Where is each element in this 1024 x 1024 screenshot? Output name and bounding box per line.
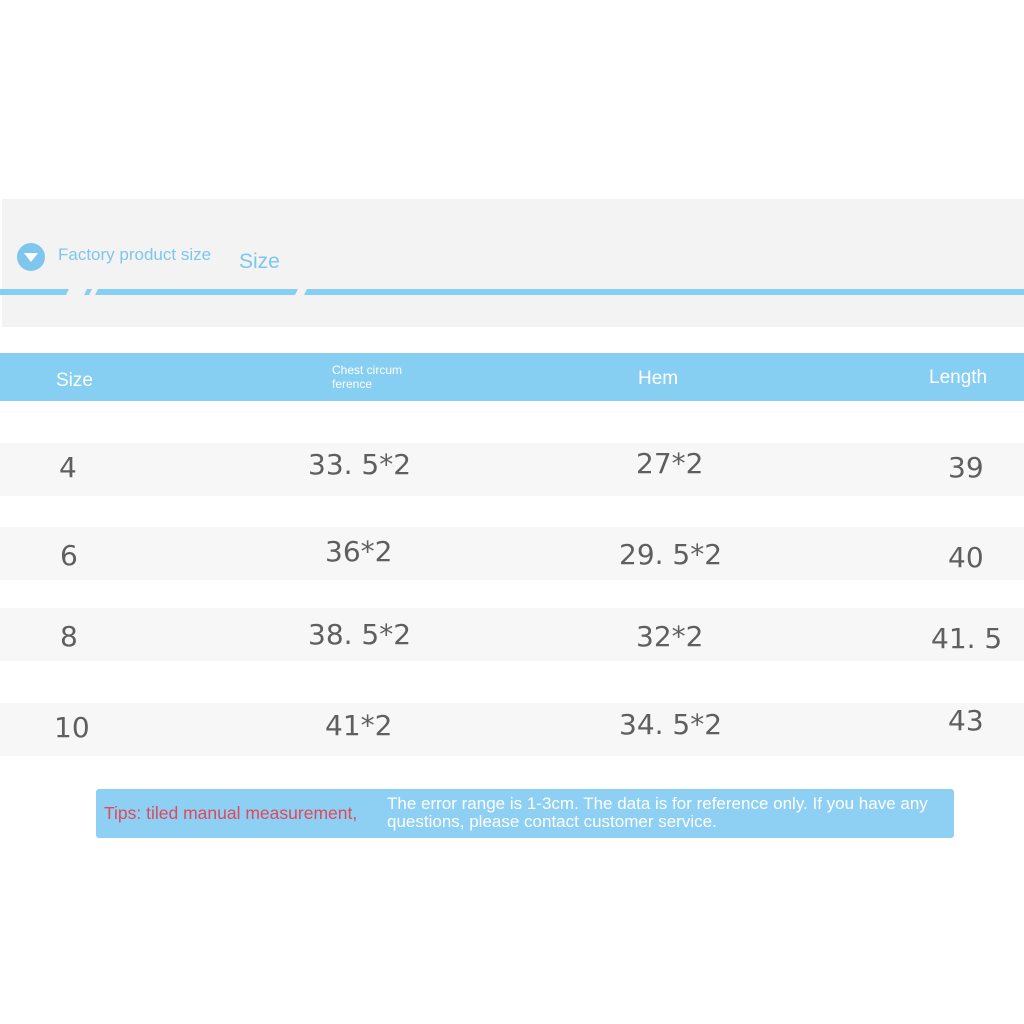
size-cell: 6 bbox=[60, 539, 78, 572]
length-cell: 41. 5 bbox=[931, 622, 1003, 655]
table-row: 8 38. 5*2 32*2 41. 5 bbox=[0, 608, 1024, 661]
column-header-size: Size bbox=[56, 370, 93, 391]
tips-label: Tips: tiled manual measurement, bbox=[104, 803, 358, 823]
banner-subtitle: Factory product size bbox=[58, 245, 212, 264]
hem-cell: 32*2 bbox=[636, 620, 704, 653]
tips-box: Tips: tiled manual measurement, The erro… bbox=[96, 789, 954, 838]
length-cell: 40 bbox=[948, 541, 984, 574]
size-cell: 10 bbox=[54, 711, 90, 744]
table-row: 4 33. 5*2 27*2 39 bbox=[0, 443, 1024, 496]
length-cell: 39 bbox=[948, 451, 984, 484]
chest-cell: 36*2 bbox=[325, 535, 393, 568]
column-header-length: Length bbox=[929, 367, 988, 388]
table-header-row: Size Chest circumference Hem Length bbox=[0, 353, 1024, 401]
table-row: 6 36*2 29. 5*2 40 bbox=[0, 527, 1024, 580]
chest-cell: 38. 5*2 bbox=[308, 618, 412, 651]
hem-cell: 27*2 bbox=[636, 447, 704, 480]
size-cell: 8 bbox=[60, 620, 78, 653]
chest-cell: 41*2 bbox=[325, 709, 393, 742]
chevron-down-circle-icon bbox=[17, 243, 45, 271]
hem-cell: 29. 5*2 bbox=[619, 538, 723, 571]
tips-text: The error range is 1-3cm. The data is fo… bbox=[387, 794, 928, 831]
chevron-down-icon bbox=[24, 253, 38, 262]
banner-stripe bbox=[0, 289, 1024, 295]
table-row: 10 41*2 34. 5*2 43 bbox=[0, 703, 1024, 756]
size-cell: 4 bbox=[59, 451, 77, 484]
hem-cell: 34. 5*2 bbox=[619, 708, 723, 741]
column-header-hem: Hem bbox=[638, 368, 679, 389]
length-cell: 43 bbox=[948, 704, 984, 737]
column-header-chest: Chest circumference bbox=[332, 364, 402, 391]
chest-cell: 33. 5*2 bbox=[308, 448, 412, 481]
banner-title: Size bbox=[239, 250, 280, 273]
